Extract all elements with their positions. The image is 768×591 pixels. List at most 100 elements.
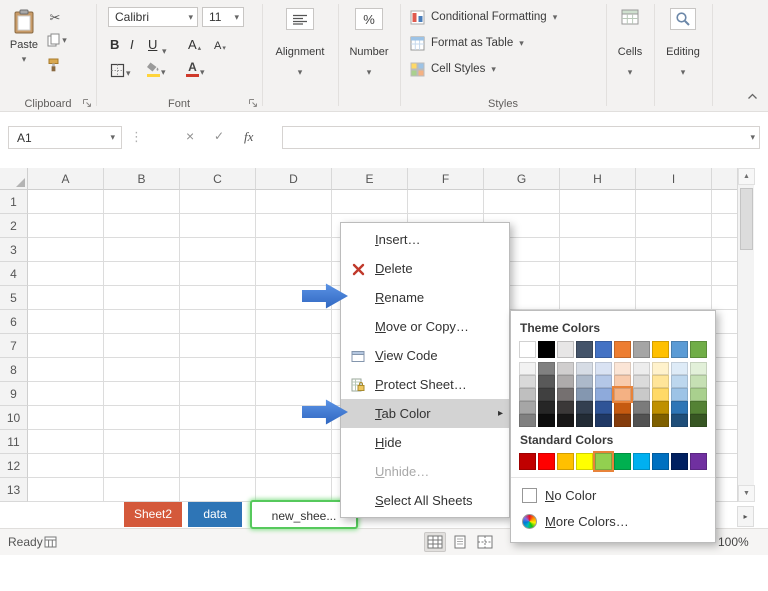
theme-tint-swatch[interactable] [614,414,631,427]
theme-tint-swatch[interactable] [690,401,707,414]
ribbon-group-editing[interactable]: Editing ▾ [654,0,712,112]
theme-color-swatch[interactable] [633,341,650,358]
theme-tint-swatch[interactable] [671,375,688,388]
underline-button[interactable]: U [146,33,159,52]
font-dialog-launcher[interactable] [248,97,259,108]
standard-color-swatch[interactable] [652,453,669,470]
row-header-1[interactable]: 1 [0,190,28,214]
normal-view-button[interactable] [424,532,446,552]
menu-item-move-or-copy[interactable]: Move or Copy… [341,312,509,341]
row-header-4[interactable]: 4 [0,262,28,286]
menu-item-insert[interactable]: Insert… [341,225,509,254]
theme-tint-swatch[interactable] [690,414,707,427]
ribbon-group-cells[interactable]: Cells ▾ [606,0,654,112]
theme-tint-swatch[interactable] [557,414,574,427]
theme-tint-swatch[interactable] [538,388,555,401]
theme-tint-swatch[interactable] [633,388,650,401]
theme-tint-swatch[interactable] [519,362,536,375]
row-header-11[interactable]: 11 [0,430,28,454]
theme-tint-swatch[interactable] [595,414,612,427]
theme-tint-swatch[interactable] [576,388,593,401]
insert-function-button[interactable]: fx [244,129,253,145]
underline-dropdown[interactable]: ▾ [160,37,169,56]
ribbon-group-alignment[interactable]: Alignment ▾ [262,0,338,112]
column-header-D[interactable]: D [256,168,332,190]
theme-tint-swatch[interactable] [519,401,536,414]
theme-tint-swatch[interactable] [652,401,669,414]
theme-tint-swatch[interactable] [614,375,631,388]
theme-tint-swatch[interactable] [690,375,707,388]
theme-tint-swatch[interactable] [652,362,669,375]
standard-color-swatch[interactable] [633,453,650,470]
theme-tint-swatch[interactable] [576,401,593,414]
sheet-tab-data[interactable]: data [188,502,242,527]
theme-tint-swatch[interactable] [519,388,536,401]
theme-tint-swatch[interactable] [519,375,536,388]
scroll-up-button[interactable]: ▲ [738,168,755,185]
theme-tint-swatch[interactable] [671,401,688,414]
paste-button[interactable]: Paste ▾ [6,5,42,83]
theme-tint-swatch[interactable] [595,375,612,388]
row-header-9[interactable]: 9 [0,382,28,406]
theme-tint-swatch[interactable] [633,414,650,427]
theme-tint-swatch[interactable] [576,414,593,427]
standard-color-swatch[interactable] [519,453,536,470]
theme-color-swatch[interactable] [519,341,536,358]
theme-tint-swatch[interactable] [576,362,593,375]
formula-input[interactable]: ▾ [282,126,760,149]
theme-tint-swatch[interactable] [557,375,574,388]
theme-tint-swatch[interactable] [557,388,574,401]
theme-color-swatch[interactable] [557,341,574,358]
sheet-tab-sheet2[interactable]: Sheet2 [124,502,182,527]
format-painter-button[interactable] [42,55,64,75]
row-header-8[interactable]: 8 [0,358,28,382]
theme-tint-swatch[interactable] [614,401,631,414]
standard-color-swatch[interactable] [557,453,574,470]
theme-tint-swatch[interactable] [652,414,669,427]
theme-tint-swatch[interactable] [633,375,650,388]
column-header-B[interactable]: B [104,168,180,190]
theme-tint-swatch[interactable] [595,388,612,401]
theme-tint-swatch[interactable] [671,388,688,401]
row-header-3[interactable]: 3 [0,238,28,262]
column-header-A[interactable]: A [28,168,104,190]
column-header-E[interactable]: E [332,168,408,190]
page-break-view-button[interactable] [474,532,496,552]
page-layout-view-button[interactable] [449,532,471,552]
theme-tint-swatch[interactable] [652,375,669,388]
font-color-button[interactable]: A ▾ [184,58,207,77]
column-header-I[interactable]: I [636,168,712,190]
font-size-combo[interactable]: 11 ▾ [202,7,244,27]
theme-tint-swatch[interactable] [557,362,574,375]
theme-tint-swatch[interactable] [614,362,631,375]
cancel-button[interactable]: × [186,128,194,144]
copy-button[interactable]: ▾ [42,30,72,50]
row-header-7[interactable]: 7 [0,334,28,358]
cut-button[interactable]: ✂ [44,8,66,28]
standard-color-swatch[interactable] [538,453,555,470]
clipboard-dialog-launcher[interactable] [82,97,93,108]
theme-tint-swatch[interactable] [595,401,612,414]
theme-color-swatch[interactable] [652,341,669,358]
row-header-6[interactable]: 6 [0,310,28,334]
theme-tint-swatch[interactable] [595,362,612,375]
more-colors-item[interactable]: More Colors… [519,508,707,534]
theme-tint-swatch[interactable] [519,414,536,427]
increase-font-button[interactable]: A ▴ [186,33,203,52]
standard-color-swatch[interactable] [614,453,631,470]
menu-item-select-all-sheets[interactable]: Select All Sheets [341,486,509,515]
zoom-level[interactable]: 100% [718,529,760,555]
menu-item-view-code[interactable]: View Code [341,341,509,370]
standard-color-swatch[interactable] [671,453,688,470]
collapse-ribbon-button[interactable] [747,89,758,103]
theme-tint-swatch[interactable] [576,375,593,388]
format-as-table-button[interactable]: Format as Table ▾ [406,32,528,54]
column-header-C[interactable]: C [180,168,256,190]
theme-tint-swatch[interactable] [671,414,688,427]
theme-tint-swatch[interactable] [557,401,574,414]
theme-color-swatch[interactable] [690,341,707,358]
column-header-F[interactable]: F [408,168,484,190]
borders-button[interactable]: ▾ [108,59,133,78]
theme-tint-swatch[interactable] [690,388,707,401]
menu-item-protect-sheet[interactable]: Protect Sheet… [341,370,509,399]
